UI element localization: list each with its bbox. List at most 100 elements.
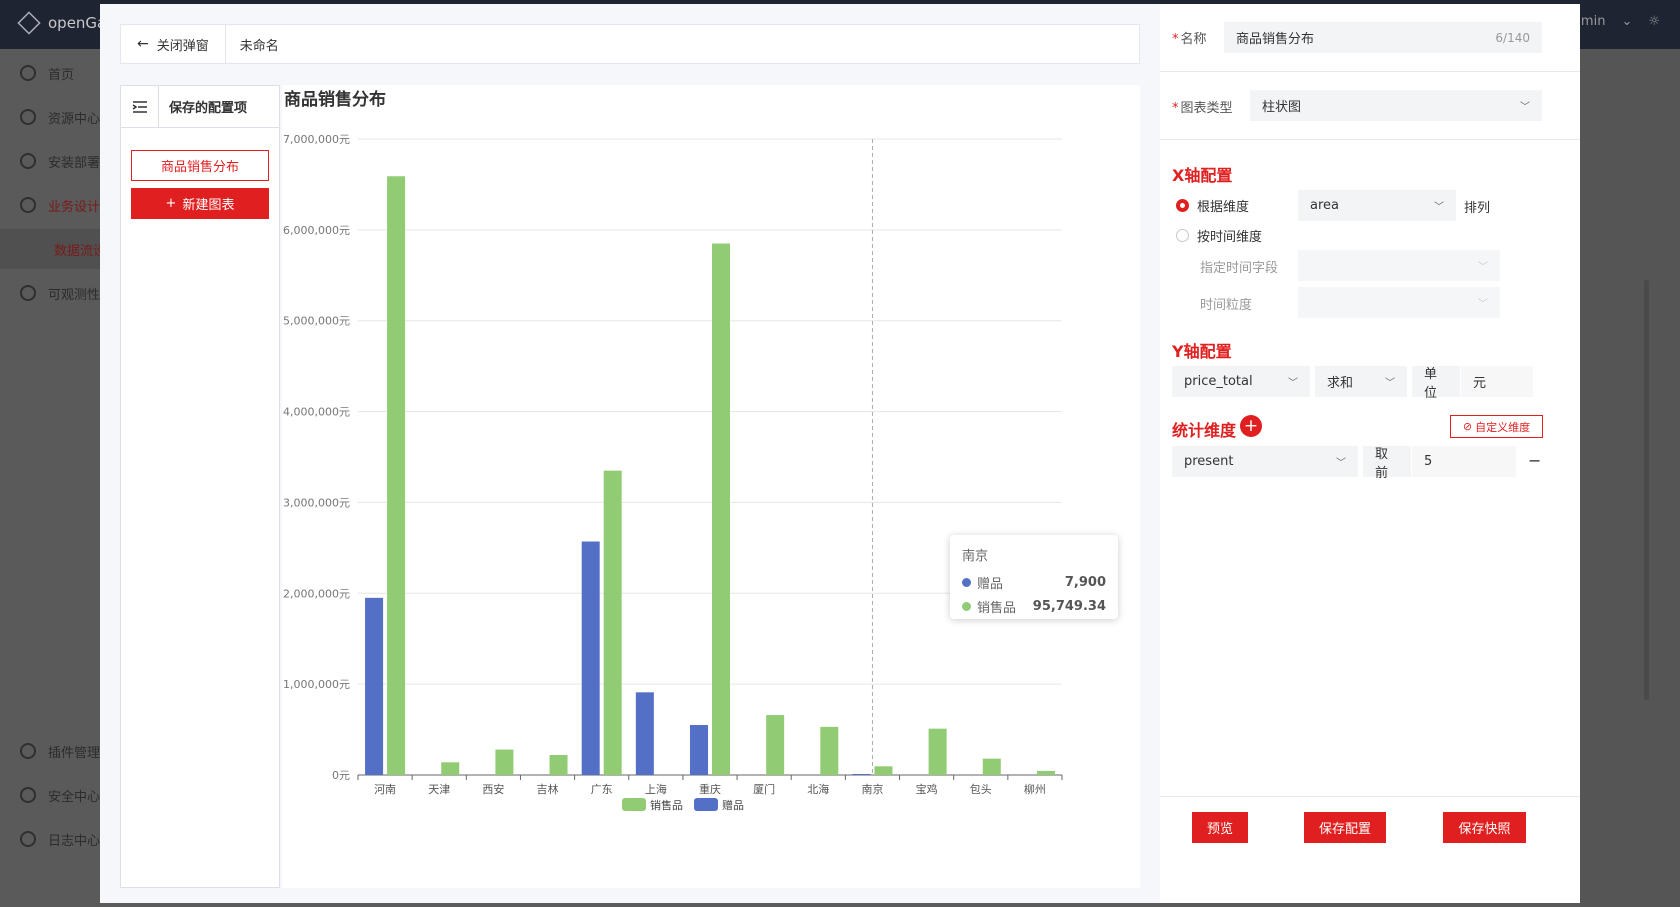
x-tick-label: 厦门 <box>753 782 775 796</box>
x-by-time-radio[interactable]: 按时间维度 <box>1176 226 1262 245</box>
close-modal-label: 关闭弹窗 <box>156 38 209 54</box>
sidebar-item-plugins: 插件管理 <box>0 731 100 771</box>
time-granularity-label: 时间粒度 <box>1200 298 1253 313</box>
y-aggregation-value: 求和 <box>1327 376 1354 391</box>
chart-preview: 商品销售分布 0元 1,000,000元 2,000,000元 3,000,000元 4… <box>282 85 1140 888</box>
save-config-button[interactable]: 保存配置 <box>1304 812 1386 843</box>
legend-label: 赠品 <box>722 798 744 812</box>
new-chart-button[interactable]: + 新建图表 <box>131 188 269 219</box>
tag-icon: ⊘ <box>1462 420 1473 433</box>
theme-icon: ☼ <box>1648 14 1660 29</box>
custom-dimension-button[interactable]: ⊘ 自定义维度 <box>1450 415 1543 438</box>
sidebar-item-install: 安装部署 <box>0 141 100 181</box>
bar-chart: 0元 1,000,000元 2,000,000元 3,000,000元 4,000,00… <box>283 133 1063 812</box>
legend-label: 销售品 <box>650 798 683 812</box>
chart-tooltip: 南京 赠品 7,900 销售品 95,749.34 <box>950 535 1118 619</box>
x-tick-label: 南京 <box>861 782 883 796</box>
sidebar-item-resources: 资源中心 <box>0 97 100 137</box>
sort-button[interactable]: 排列 <box>1464 197 1490 216</box>
app-sidebar: 首页 资源中心 安装部署 业务设计 数据流设计 可观测性 插件管理 安全中心 日… <box>0 49 100 907</box>
sidebar-item-label: 首页 <box>48 67 75 83</box>
y-tick-label: 2,000,000元 <box>283 587 350 600</box>
time-granularity-select[interactable]: ﹀ <box>1298 287 1500 318</box>
add-dimension-button[interactable]: + <box>1240 415 1262 437</box>
x-by-dimension-radio[interactable]: 根据维度 <box>1176 196 1249 215</box>
divider <box>1160 139 1580 140</box>
stat-dimension-select[interactable]: present ﹀ <box>1172 446 1358 477</box>
sidebar-item-home: 首页 <box>0 53 100 93</box>
divider <box>1160 796 1580 797</box>
tooltip-title: 南京 <box>962 549 989 564</box>
y-field-select[interactable]: price_total ﹀ <box>1172 366 1310 397</box>
name-char-counter: 6/140 <box>1495 30 1530 45</box>
sidebar-item-label: 安全中心 <box>48 789 100 805</box>
save-snapshot-button[interactable]: 保存快照 <box>1443 812 1526 843</box>
saved-configs-panel: 保存的配置项 商品销售分布 + 新建图表 <box>120 85 280 888</box>
bar-赠品-广东 <box>581 541 600 775</box>
series-dot-icon <box>962 601 971 611</box>
chart-name-value: 商品销售分布 <box>1236 32 1315 47</box>
background-scrollbar <box>1644 280 1649 700</box>
unit-label: 单位 <box>1412 366 1460 401</box>
tooltip-series-name: 销售品 <box>977 600 1017 616</box>
plus-icon: + <box>165 196 177 211</box>
top-n-label: 取前 <box>1363 446 1411 481</box>
sidebar-item-observability: 可观测性 <box>0 273 100 313</box>
saved-config-item[interactable]: 商品销售分布 <box>131 150 269 181</box>
x-tick-label: 北海 <box>807 782 829 796</box>
chart-name-field[interactable]: 未命名 <box>226 35 279 54</box>
bar-赠品-河南 <box>365 597 384 775</box>
home-icon <box>20 65 36 81</box>
chart-editor-left-pane: ← 关闭弹窗 未命名 保存的配置项 商品销售分布 + 新建图表 商品销售分布 0… <box>100 4 1160 903</box>
stat-dimension-section-title: 统计维度 <box>1172 421 1237 440</box>
close-modal-button[interactable]: ← 关闭弹窗 <box>121 25 226 63</box>
tooltip-series-value: 7,900 <box>1064 574 1106 590</box>
chart-type-select[interactable]: 柱状图 ﹀ <box>1250 90 1542 121</box>
tooltip-series-value: 95,749.34 <box>1032 598 1106 614</box>
chart-name-input[interactable]: 商品销售分布 6/140 <box>1224 22 1542 53</box>
bar-销售品-西安 <box>495 749 514 775</box>
chevron-down-icon: ﹀ <box>1520 102 1530 113</box>
x-dimension-select[interactable]: area ﹀ <box>1298 190 1456 221</box>
y-tick-label: 1,000,000元 <box>283 678 350 691</box>
sidebar-item-label: 可观测性 <box>48 287 100 303</box>
x-tick-label: 上海 <box>645 782 667 796</box>
app-logo: openGa <box>17 11 107 35</box>
unit-value: 元 <box>1473 376 1487 391</box>
divider <box>1160 71 1580 72</box>
legend-swatch <box>622 798 646 811</box>
chevron-down-icon: ﹀ <box>1434 202 1444 213</box>
bar-销售品-广东 <box>603 470 622 775</box>
x-tick-label: 宝鸡 <box>916 782 938 796</box>
x-axis-section-title: X轴配置 <box>1172 166 1233 185</box>
radio-checked-icon <box>1176 199 1189 212</box>
unit-label-text: 单位 <box>1424 366 1438 401</box>
remove-dimension-button[interactable]: − <box>1528 451 1541 470</box>
x-tick-label: 重庆 <box>699 782 721 796</box>
time-field-select[interactable]: ﹀ <box>1298 250 1500 281</box>
custom-dimension-label: 自定义维度 <box>1475 420 1531 434</box>
resource-icon <box>20 109 36 125</box>
y-aggregation-select[interactable]: 求和 ﹀ <box>1315 366 1407 397</box>
top-n-input[interactable]: 5 <box>1412 446 1516 477</box>
arrow-left-icon: ← <box>137 36 149 52</box>
y-tick-label: 5,000,000元 <box>283 315 350 328</box>
menu-collapse-icon[interactable] <box>121 85 159 128</box>
preview-button[interactable]: 预览 <box>1192 812 1248 843</box>
gear-icon <box>20 197 36 213</box>
x-tick-label: 包头 <box>970 783 992 796</box>
bar-赠品-上海 <box>635 692 654 775</box>
tooltip-series-name: 赠品 <box>977 576 1004 592</box>
gear-icon <box>20 285 36 301</box>
chevron-down-icon: ﹀ <box>1336 458 1346 469</box>
y-tick-label: 4,000,000元 <box>283 406 350 419</box>
log-icon <box>20 831 36 847</box>
chart-type-label: * 图表类型 <box>1172 101 1233 116</box>
x-tick-label: 天津 <box>428 783 450 796</box>
y-tick-label: 7,000,000元 <box>283 133 350 146</box>
chevron-down-icon: ﹀ <box>1385 378 1395 389</box>
unit-input[interactable]: 元 <box>1461 366 1533 397</box>
app-logo-text: openGa <box>48 14 107 32</box>
top-n-value: 5 <box>1424 454 1433 469</box>
sidebar-item-label: 资源中心 <box>48 111 100 127</box>
